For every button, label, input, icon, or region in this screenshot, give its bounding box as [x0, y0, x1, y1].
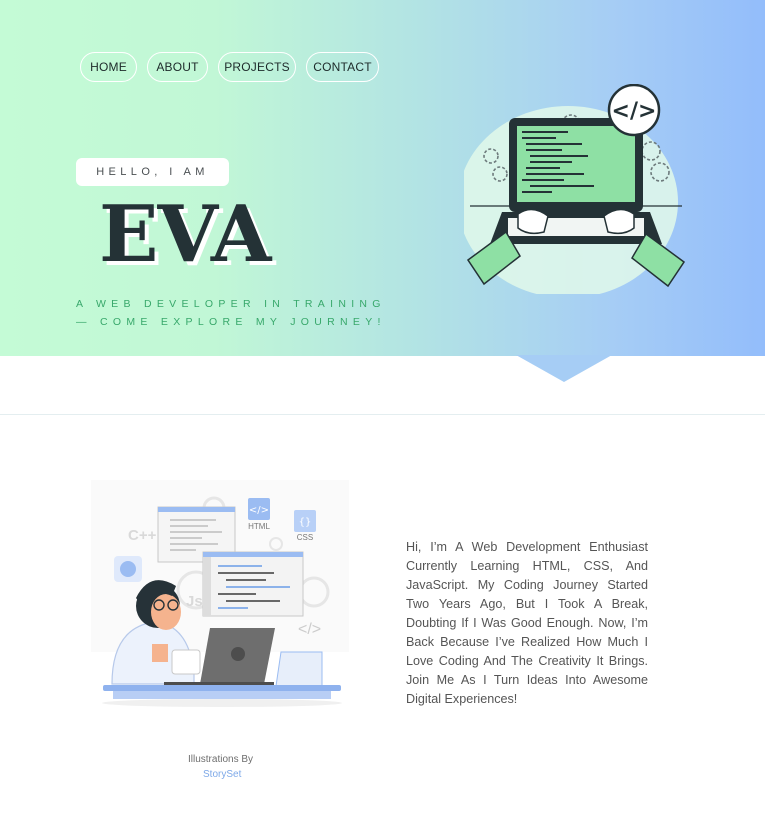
- developer-at-desk-illustration: C++ Js </> </> HTML {} CSS: [91, 480, 349, 707]
- storyset-link[interactable]: StorySet: [203, 769, 241, 780]
- about-bio: Hi, I’m A Web Development Enthusiast Cur…: [406, 540, 648, 706]
- section-divider: [0, 414, 765, 415]
- person-face: [151, 594, 181, 630]
- cpp-label: C++: [128, 527, 157, 544]
- nav-projects-button[interactable]: PROJECTS: [218, 52, 296, 82]
- js-label: Js: [186, 593, 203, 610]
- nav-about-button[interactable]: ABOUT: [147, 52, 208, 82]
- html-badge-symbol: </>: [249, 505, 269, 516]
- coffee-mug: [171, 649, 201, 675]
- code-tag-label: </>: [298, 621, 321, 638]
- desk-top: [103, 685, 341, 691]
- desk-front: [113, 691, 331, 699]
- css-label: CSS: [297, 533, 313, 542]
- tagline-line-2: — COME EXPLORE MY JOURNEY!: [76, 316, 386, 328]
- window-titlebar: [158, 507, 235, 512]
- hero-name: EVA: [99, 189, 271, 280]
- hero-notch: [516, 355, 612, 382]
- main-nav: HOME ABOUT PROJECTS CONTACT: [80, 52, 379, 82]
- hero-section: HOME ABOUT PROJECTS CONTACT HELLO, I AM …: [0, 0, 765, 356]
- html-label: HTML: [248, 522, 270, 531]
- tagline-line-1: A WEB DEVELOPER IN TRAINING: [76, 298, 386, 310]
- greeting-badge: HELLO, I AM: [76, 158, 229, 186]
- css-badge-symbol: {}: [299, 517, 312, 528]
- code-window-front: [202, 551, 304, 617]
- chat-bubble-dot: [120, 561, 136, 577]
- code-symbol: </>: [612, 99, 657, 124]
- left-hand: [517, 208, 549, 235]
- illustration-credit-text: Illustrations By: [188, 754, 254, 765]
- nav-home-button[interactable]: HOME: [80, 52, 137, 82]
- right-hand: [603, 208, 635, 235]
- coding-laptop-illustration: </>: [464, 84, 686, 294]
- tablet-stand: [275, 651, 323, 687]
- window-gutter: [203, 557, 211, 616]
- desk-shadow: [102, 699, 342, 707]
- window-titlebar: [203, 552, 303, 557]
- person-hand: [152, 644, 168, 662]
- nav-contact-button[interactable]: CONTACT: [306, 52, 379, 82]
- apple-logo-icon: [231, 647, 245, 661]
